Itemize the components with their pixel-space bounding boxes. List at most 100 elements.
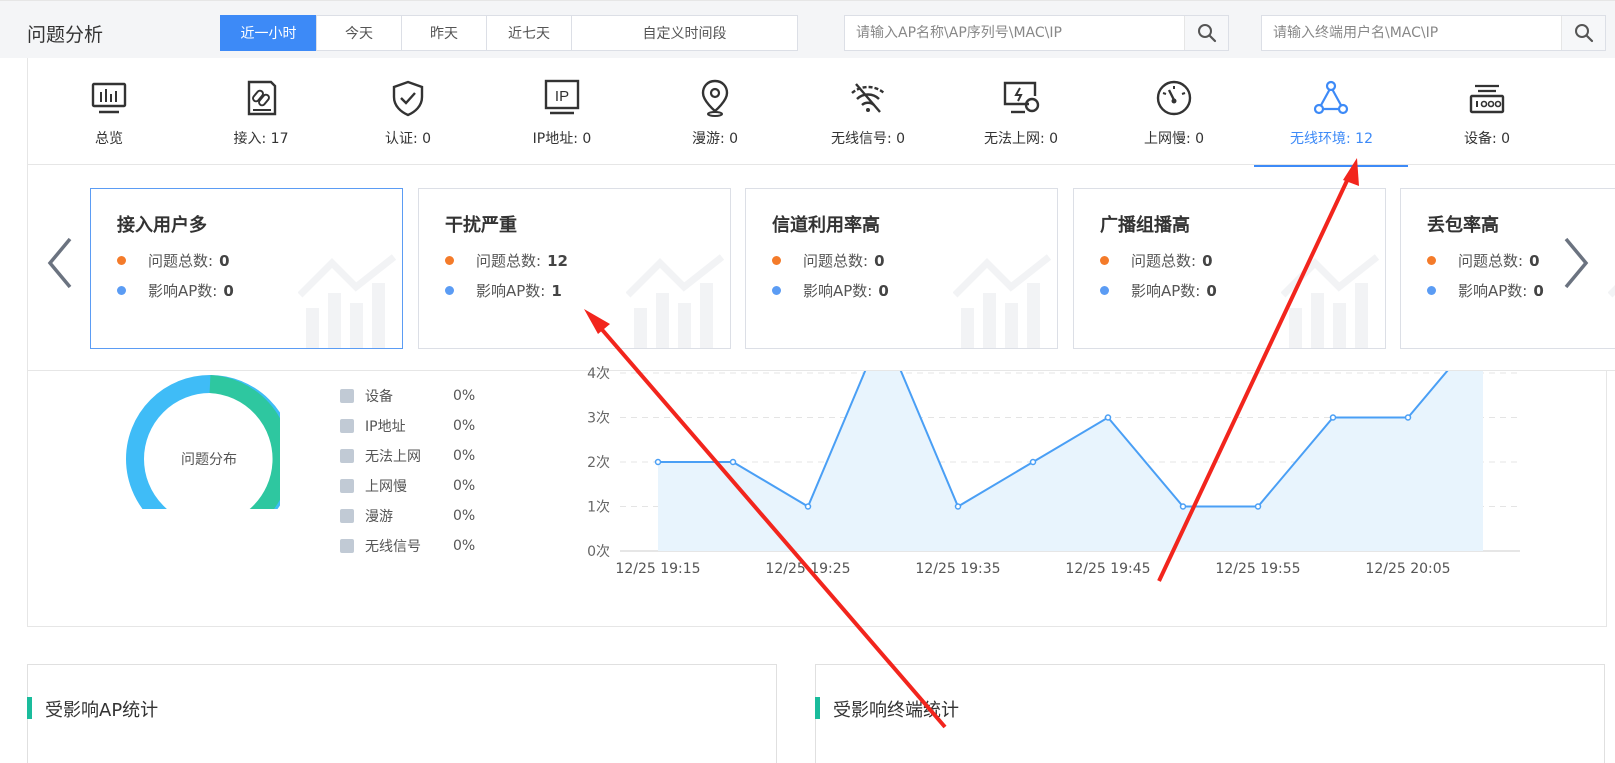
card-ap-row: 影响AP数: 0	[772, 280, 889, 301]
distribution-legend: 设备 0% IP地址 0% 无法上网 0% 上网慢 0% 漫游 0% 无线信号 0%	[340, 381, 475, 561]
affected-terminal-panel: 受影响终端统计	[815, 664, 1605, 763]
page-title: 问题分析	[27, 24, 104, 46]
y-tick-label: 3次	[587, 411, 610, 427]
ap-search-input[interactable]	[845, 16, 1184, 50]
blue-dot	[772, 286, 781, 295]
legend-swatch	[340, 509, 354, 523]
legend-item[interactable]: 漫游 0%	[340, 501, 475, 531]
blue-dot	[117, 286, 126, 295]
card-total-value: 0	[874, 251, 885, 270]
blue-dot	[1427, 286, 1436, 295]
section-accent-bar	[27, 697, 32, 719]
chart-watermark-icon	[298, 254, 397, 348]
category-roaming[interactable]: 漫游: 0	[640, 58, 790, 165]
ap-search-button[interactable]	[1184, 16, 1228, 50]
legend-name: IP地址	[365, 419, 406, 435]
legend-item[interactable]: 无线信号 0%	[340, 531, 475, 561]
category-wireless-environment[interactable]: 无线环境: 12	[1254, 58, 1408, 167]
category-label: 总览	[95, 131, 123, 147]
legend-item[interactable]: 上网慢 0%	[340, 471, 475, 501]
tab-yesterday[interactable]: 昨天	[401, 15, 487, 51]
data-point	[1254, 503, 1262, 510]
orange-dot	[445, 256, 454, 265]
card-total-value: 0	[1529, 251, 1540, 270]
category-label: 接入: 17	[233, 131, 289, 147]
legend-pct: 0%	[453, 508, 476, 524]
distribution-donut: 问题分布	[100, 359, 280, 509]
category-access[interactable]: 接入: 17	[186, 58, 336, 165]
card-total-label: 问题总数:	[148, 252, 214, 270]
y-tick-label: 1次	[587, 500, 610, 516]
card-ap-value: 0	[223, 281, 234, 300]
category-nav: 总览 接入: 17 认证: 0 IP IP地址: 0 漫游: 0 无线信号: 0…	[27, 58, 1615, 167]
legend-pct: 0%	[453, 418, 476, 434]
legend-swatch	[340, 389, 354, 403]
blue-dot	[1100, 286, 1109, 295]
ap-search-box	[844, 15, 1229, 51]
issue-card-channel-util[interactable]: 信道利用率高 问题总数: 0 影响AP数: 0	[745, 188, 1058, 349]
card-total-row: 问题总数: 12	[445, 250, 568, 271]
legend-swatch	[340, 539, 354, 553]
chart-watermark-icon	[626, 254, 725, 348]
card-total-label: 问题总数:	[1131, 252, 1197, 270]
legend-item[interactable]: IP地址 0%	[340, 411, 475, 441]
category-device[interactable]: 设备: 0	[1412, 58, 1562, 165]
legend-swatch	[340, 419, 354, 433]
tab-last-seven-days[interactable]: 近七天	[486, 15, 572, 51]
orange-dot	[117, 256, 126, 265]
category-label: 无法上网: 0	[983, 131, 1059, 147]
card-total-label: 问题总数:	[1458, 252, 1524, 270]
data-point	[1404, 414, 1412, 421]
chevron-left-icon[interactable]	[44, 235, 76, 291]
shield-check-icon	[392, 80, 424, 117]
legend-pct: 0%	[453, 478, 476, 494]
terminal-search-button[interactable]	[1561, 16, 1605, 50]
category-slow-internet[interactable]: 上网慢: 0	[1099, 58, 1249, 165]
problem-analysis-page: 问题分析 近一小时 今天 昨天 近七天 自定义时间段 总览	[0, 0, 1615, 763]
issue-card-interference[interactable]: 干扰严重 问题总数: 12 影响AP数: 1	[418, 188, 731, 349]
tab-today[interactable]: 今天	[316, 15, 402, 51]
category-auth[interactable]: 认证: 0	[333, 58, 483, 165]
legend-pct: 0%	[453, 538, 476, 554]
access-link-icon	[247, 80, 277, 116]
monitor-chart-icon	[91, 82, 127, 114]
chevron-right-icon[interactable]	[1560, 235, 1592, 291]
data-point	[1329, 414, 1337, 421]
legend-swatch	[340, 449, 354, 463]
card-ap-value: 0	[1533, 281, 1544, 300]
speedometer-icon	[1156, 80, 1192, 116]
series-area	[658, 371, 1483, 551]
tab-custom-range[interactable]: 自定义时间段	[571, 15, 798, 51]
legend-name: 设备	[365, 389, 393, 405]
issue-card-many-users[interactable]: 接入用户多 问题总数: 0 影响AP数: 0	[90, 188, 403, 349]
card-ap-row: 影响AP数: 0	[1427, 280, 1544, 301]
card-ap-label: 影响AP数:	[476, 282, 546, 300]
data-point	[1029, 458, 1037, 466]
legend-item[interactable]: 设备 0%	[340, 381, 475, 411]
category-ip-address[interactable]: IP IP地址: 0	[487, 58, 637, 165]
category-label: 无线信号: 0	[830, 131, 906, 147]
monitor-offline-icon	[1003, 81, 1040, 114]
category-overview[interactable]: 总览	[34, 58, 184, 165]
data-point	[1179, 503, 1187, 510]
legend-pct: 0%	[453, 448, 476, 464]
category-no-internet[interactable]: 无法上网: 0	[946, 58, 1096, 165]
legend-item[interactable]: 无法上网 0%	[340, 441, 475, 471]
legend-name: 漫游	[365, 509, 393, 525]
card-ap-value: 1	[551, 281, 562, 300]
legend-name: 无法上网	[365, 449, 421, 465]
search-icon	[1574, 24, 1593, 43]
tab-last-hour[interactable]: 近一小时	[220, 15, 317, 51]
card-ap-value: 0	[878, 281, 889, 300]
card-total-row: 问题总数: 0	[772, 250, 885, 271]
wifi-off-icon	[851, 83, 885, 113]
data-point	[804, 503, 812, 510]
issue-card-broadcast[interactable]: 广播组播高 问题总数: 0 影响AP数: 0	[1073, 188, 1386, 349]
category-label: 漫游: 0	[691, 131, 739, 147]
category-wireless-signal[interactable]: 无线信号: 0	[793, 58, 943, 165]
affected-ap-title: 受影响AP统计	[45, 700, 159, 721]
card-ap-value: 0	[1206, 281, 1217, 300]
terminal-search-input[interactable]	[1262, 16, 1561, 50]
category-label: 认证: 0	[384, 131, 432, 147]
y-tick-label: 4次	[587, 366, 610, 382]
